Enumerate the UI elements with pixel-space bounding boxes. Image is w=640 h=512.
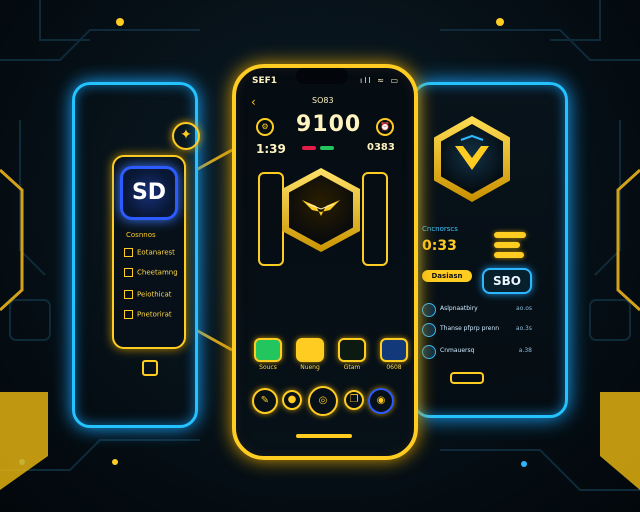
list-bullet-icon <box>124 248 133 257</box>
alarm-icon[interactable]: ⏰ <box>376 118 394 136</box>
shield-wing-icon[interactable]: ✦ <box>172 122 200 150</box>
dock: ✎ ● ◎ ❐ ◉ <box>252 386 394 416</box>
right-panel-title: Cncnorscs <box>422 225 458 233</box>
list-item[interactable]: Cnmauersq a.38 <box>422 345 532 359</box>
time-right: 0383 <box>367 142 395 153</box>
count-display: SBO <box>482 268 532 294</box>
time-left: 1:39 <box>256 142 286 156</box>
indicator-bar <box>450 372 484 384</box>
toggle-pill[interactable] <box>494 232 526 238</box>
left-list-item[interactable]: Peiothicat <box>124 290 172 299</box>
pen-icon[interactable]: ✎ <box>252 388 278 414</box>
left-list-item[interactable]: Eotanarest <box>124 248 175 257</box>
app-label: Nueng <box>300 364 320 371</box>
action-button[interactable]: Dasiasn <box>422 270 472 282</box>
list-bullet-icon <box>124 310 133 319</box>
globe-icon[interactable]: ◉ <box>368 388 394 414</box>
status-bar-signal: ıll ≈ ▭ <box>360 76 401 85</box>
browser-app[interactable] <box>380 338 408 362</box>
status-bars <box>302 146 334 150</box>
list-item[interactable]: Aslpnaatbiry ao.os <box>422 303 532 317</box>
toggle-pill[interactable] <box>494 242 520 248</box>
right-panel-time: 0:33 <box>422 238 457 254</box>
list-bullet-icon <box>124 268 133 277</box>
chat-app[interactable] <box>338 338 366 362</box>
app-label: Gtam <box>343 364 361 371</box>
clock-display: 9100 <box>296 112 362 137</box>
chip-icon[interactable] <box>142 360 158 376</box>
decor-frame-left <box>258 172 284 266</box>
back-button[interactable]: ‹ <box>251 95 256 109</box>
app-label: Soucs <box>259 364 277 371</box>
phone-app[interactable] <box>254 338 282 362</box>
phone-notch <box>296 68 348 84</box>
app-label: 0608 <box>386 364 402 371</box>
list-bullet-icon <box>124 290 133 299</box>
left-list-item[interactable]: Cheetamng <box>124 268 178 277</box>
settings-icon[interactable]: ⚙ <box>256 118 274 136</box>
avatar <box>422 345 436 359</box>
nav-title: SO83 <box>312 96 334 105</box>
avatar <box>422 323 436 337</box>
status-bar-green <box>320 146 334 150</box>
decor-frame-right <box>362 172 388 266</box>
left-heading: Cosnnos <box>126 231 156 239</box>
copy-icon[interactable]: ❐ <box>344 390 364 410</box>
avatar <box>422 303 436 317</box>
home-indicator[interactable] <box>296 434 352 438</box>
circle-icon[interactable]: ● <box>282 390 302 410</box>
profile-badge[interactable]: SD <box>120 166 178 220</box>
wing-emblem-icon <box>302 200 340 216</box>
list-item[interactable]: Thanse pfprp prenn ao.3s <box>422 323 532 337</box>
left-list-item[interactable]: Pnetorirat <box>124 310 172 319</box>
app-labels: Soucs Nueng Gtam 0608 <box>254 364 408 371</box>
toggle-pill[interactable] <box>494 252 524 258</box>
status-bar-time: SEF1 <box>252 76 278 86</box>
app-row <box>254 338 408 362</box>
home-icon[interactable]: ◎ <box>308 386 338 416</box>
status-bar-red <box>302 146 316 150</box>
messages-app[interactable] <box>296 338 324 362</box>
